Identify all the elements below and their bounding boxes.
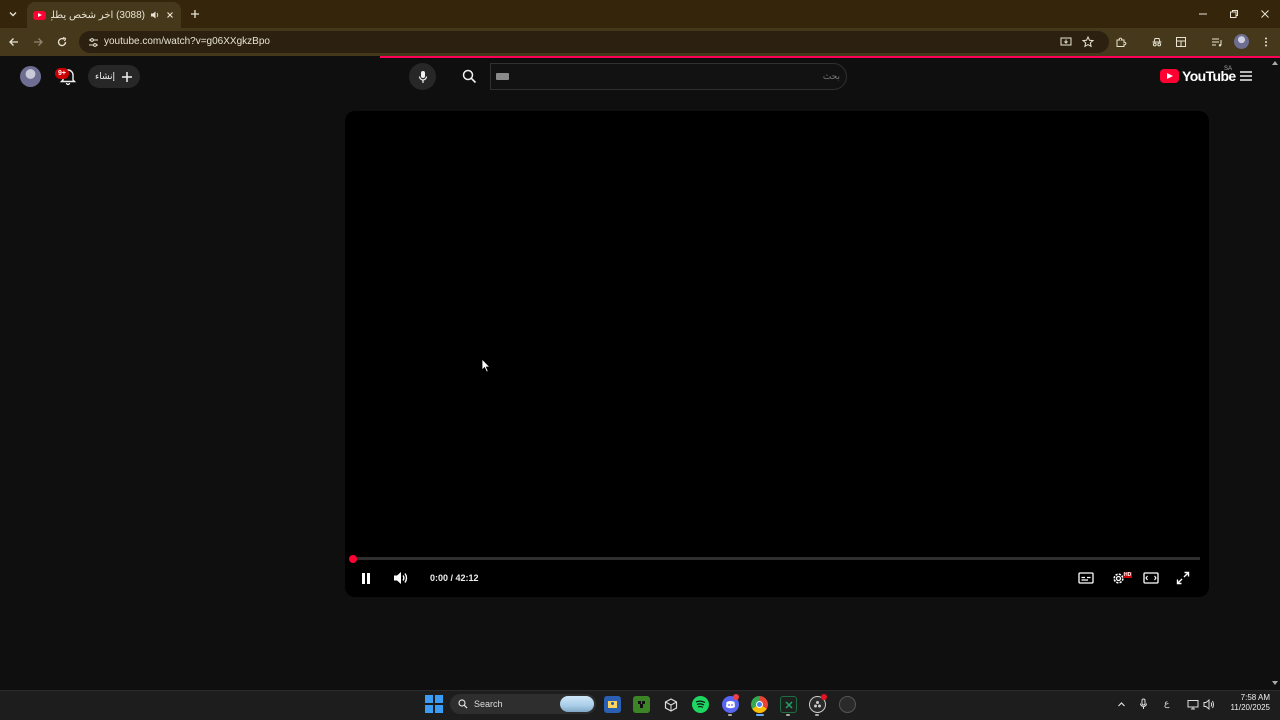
theater-mode-button[interactable] (1139, 566, 1163, 590)
system-clock[interactable]: 7:58 AM 11/20/2025 (1222, 693, 1270, 712)
create-label: إنشاء (94, 71, 115, 81)
clock-date: 11/20/2025 (1230, 703, 1270, 712)
youtube-play-logo-icon (1160, 69, 1179, 83)
hd-quality-badge: HD (1123, 572, 1133, 578)
notifications-count-badge: 9+ (55, 68, 69, 79)
pause-button[interactable] (354, 566, 378, 590)
windows-start-icon[interactable] (425, 695, 443, 713)
minecraft-icon[interactable] (633, 696, 650, 713)
keyboard-icon[interactable] (496, 73, 509, 80)
profile-avatar[interactable] (1234, 34, 1249, 49)
close-tab-icon[interactable] (165, 10, 175, 20)
pause-icon (362, 572, 370, 584)
new-tab-plus-icon[interactable] (187, 6, 203, 22)
spotify-icon[interactable] (692, 696, 709, 713)
volume-button[interactable] (389, 566, 413, 590)
guide-menu-hamburger-icon[interactable] (1237, 68, 1255, 84)
incognito-extension-icon[interactable] (1149, 34, 1165, 50)
address-url-text[interactable]: youtube.com/watch?v=g06XXgkzBpo (104, 36, 270, 47)
browser-tab-active[interactable]: (3088) اخر شخص يطلع من ال (27, 2, 181, 28)
microphone-tray-icon[interactable] (1136, 697, 1150, 711)
search-icon (462, 69, 476, 84)
clock-time: 7:58 AM (1240, 693, 1270, 702)
time-display: 0:00 / 42:12 (430, 573, 479, 583)
volume-icon (394, 572, 408, 584)
bookmark-star-icon[interactable] (1080, 34, 1096, 50)
time-separator: / (448, 573, 456, 583)
settings-button[interactable] (1106, 566, 1130, 590)
subtitles-icon (1078, 572, 1094, 584)
create-button[interactable]: إنشاء (88, 65, 140, 88)
active-indicator (756, 714, 764, 716)
subtitles-button[interactable] (1074, 566, 1098, 590)
progress-bar[interactable] (352, 557, 1200, 560)
chrome-menu-dots-icon[interactable] (1258, 34, 1274, 50)
search-input[interactable] (510, 67, 840, 85)
speaker-icon[interactable] (150, 10, 160, 20)
file-explorer-icon[interactable] (604, 696, 621, 713)
side-panel-icon[interactable] (1173, 34, 1189, 50)
time-current: 0:00 (430, 573, 449, 583)
search-highlight-image (560, 696, 594, 712)
youtube-favicon (33, 10, 46, 20)
plus-icon (122, 71, 132, 82)
account-avatar[interactable] (20, 66, 41, 87)
time-total: 42:12 (455, 573, 479, 583)
tab-search-chevron-icon[interactable] (4, 5, 22, 23)
video-player[interactable] (345, 111, 1209, 597)
scroll-up-arrow-icon[interactable] (1272, 61, 1278, 65)
running-indicator (786, 714, 790, 716)
search-icon (458, 699, 468, 709)
unity-icon[interactable] (662, 696, 679, 713)
search-button[interactable] (448, 63, 490, 90)
media-controls-icon[interactable] (1209, 34, 1225, 50)
install-app-icon[interactable] (1058, 34, 1074, 50)
input-language-indicator[interactable]: ع (1164, 698, 1169, 709)
restore-icon[interactable] (1225, 5, 1243, 23)
obs-recording-badge (821, 694, 827, 700)
minimize-icon[interactable] (1194, 5, 1212, 23)
back-arrow-icon[interactable] (6, 34, 22, 50)
excel-icon[interactable] (780, 696, 797, 713)
fullscreen-button[interactable] (1171, 566, 1195, 590)
tray-overflow-chevron-icon[interactable] (1114, 697, 1128, 711)
forward-arrow-icon[interactable] (30, 34, 46, 50)
chrome-icon[interactable] (751, 696, 768, 713)
tab-title: (3088) اخر شخص يطلع من ال (51, 9, 145, 21)
running-indicator (815, 714, 819, 716)
site-info-tune-icon[interactable] (86, 35, 100, 49)
app-icon[interactable] (839, 696, 856, 713)
extensions-puzzle-icon[interactable] (1113, 34, 1129, 50)
discord-notification-badge (733, 694, 739, 700)
page-scrollbar[interactable] (1270, 58, 1280, 690)
scroll-down-arrow-icon[interactable] (1272, 681, 1278, 685)
speaker-tray-icon[interactable] (1202, 697, 1216, 711)
country-code: SA (1224, 66, 1233, 72)
fullscreen-icon (1176, 571, 1190, 585)
theater-mode-icon (1143, 572, 1159, 584)
taskbar-search-label: Search (474, 699, 503, 709)
reload-icon[interactable] (54, 34, 70, 50)
network-icon[interactable] (1186, 697, 1200, 711)
running-indicator (728, 714, 732, 716)
close-window-icon[interactable] (1256, 5, 1274, 23)
progress-scrubber-handle[interactable] (349, 555, 357, 563)
voice-search-mic-icon[interactable] (409, 63, 436, 90)
mouse-cursor-icon (481, 358, 491, 373)
